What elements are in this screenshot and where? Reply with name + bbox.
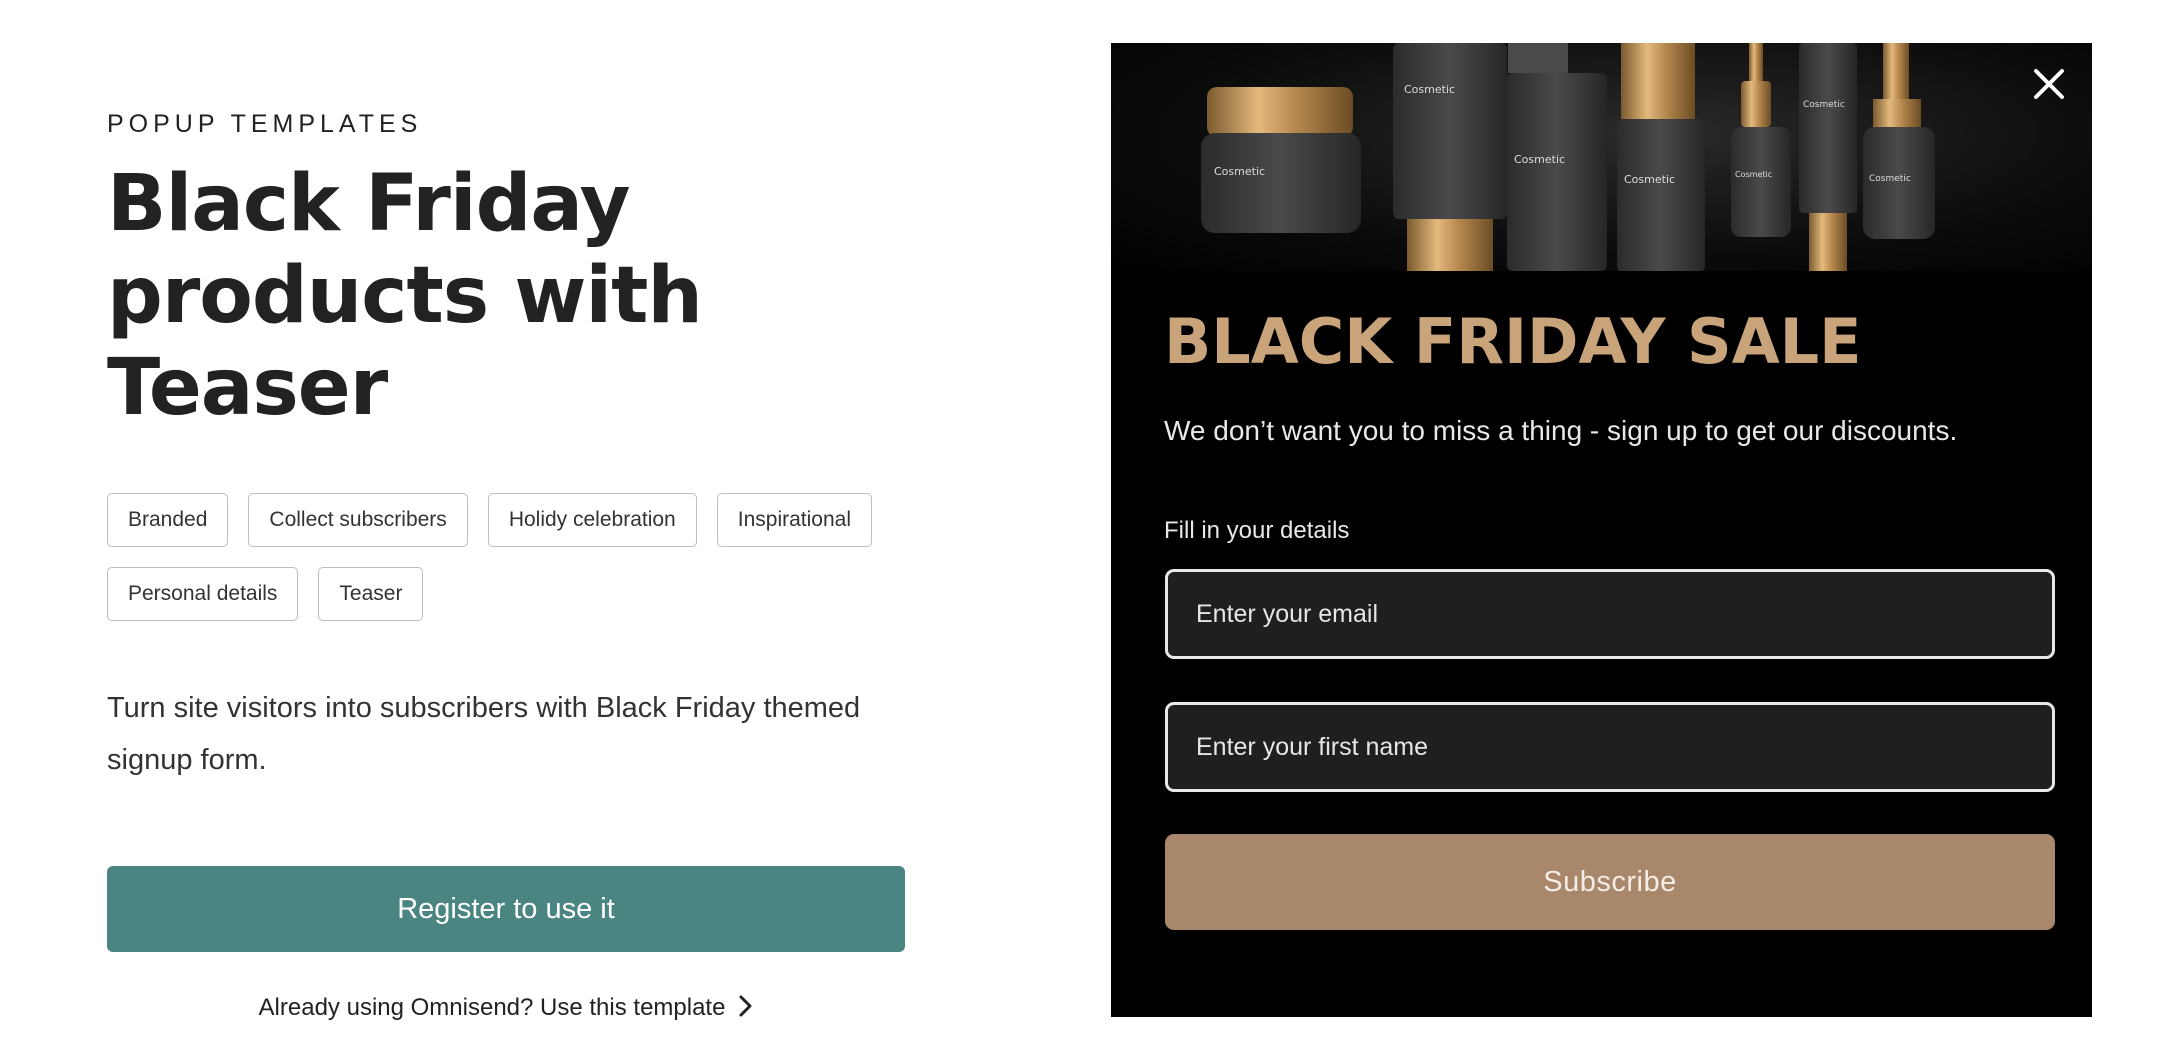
tag-branded[interactable]: Branded	[107, 493, 229, 547]
first-name-field[interactable]	[1165, 702, 2055, 792]
product-label: Cosmetic	[1735, 170, 1772, 179]
eyebrow-label: POPUP TEMPLATES	[107, 110, 423, 138]
email-field[interactable]	[1165, 569, 2055, 659]
tag-collect-subscribers[interactable]: Collect subscribers	[248, 493, 468, 547]
product-label: Cosmetic	[1869, 174, 1911, 184]
tag-teaser[interactable]: Teaser	[318, 567, 424, 621]
product-label: Cosmetic	[1214, 165, 1265, 178]
product-label: Cosmetic	[1514, 153, 1565, 166]
product-banner-image: Cosmetic Cosmetic Cosmetic Cosmetic Cosm…	[1111, 43, 2092, 271]
template-description: Turn site visitors into subscribers with…	[107, 692, 861, 776]
subscribe-button-label: Subscribe	[1543, 865, 1677, 898]
popup-subheading: We don’t want you to miss a thing - sign…	[1164, 415, 1958, 446]
tag-inspirational[interactable]: Inspirational	[716, 493, 872, 547]
use-template-link-label: Already using Omnisend? Use this templat…	[258, 994, 726, 1021]
tag-personal-details[interactable]: Personal details	[107, 567, 299, 621]
register-button[interactable]: Register to use it	[107, 866, 905, 952]
tag-holiday-celebration[interactable]: Holidy celebration	[487, 493, 697, 547]
form-label: Fill in your details	[1164, 517, 1350, 544]
page-title: Black Friday products with Teaser	[107, 159, 703, 433]
product-label: Cosmetic	[1624, 173, 1675, 186]
cosmetics-products-illustration: Cosmetic Cosmetic Cosmetic Cosmetic Cosm…	[1201, 43, 1935, 271]
subscribe-button[interactable]: Subscribe	[1165, 834, 2055, 930]
product-label: Cosmetic	[1404, 83, 1455, 96]
use-template-link[interactable]: Already using Omnisend? Use this templat…	[107, 990, 905, 1026]
chevron-right-icon	[739, 995, 753, 1021]
product-label: Cosmetic	[1803, 100, 1845, 110]
popup-preview: Cosmetic Cosmetic Cosmetic Cosmetic Cosm…	[1111, 43, 2092, 1017]
close-icon[interactable]	[2028, 63, 2070, 105]
popup-heading: BLACK FRIDAY SALE	[1164, 305, 1862, 378]
tag-list: Branded Collect subscribers Holidy celeb…	[107, 493, 927, 641]
register-button-label: Register to use it	[397, 892, 615, 925]
